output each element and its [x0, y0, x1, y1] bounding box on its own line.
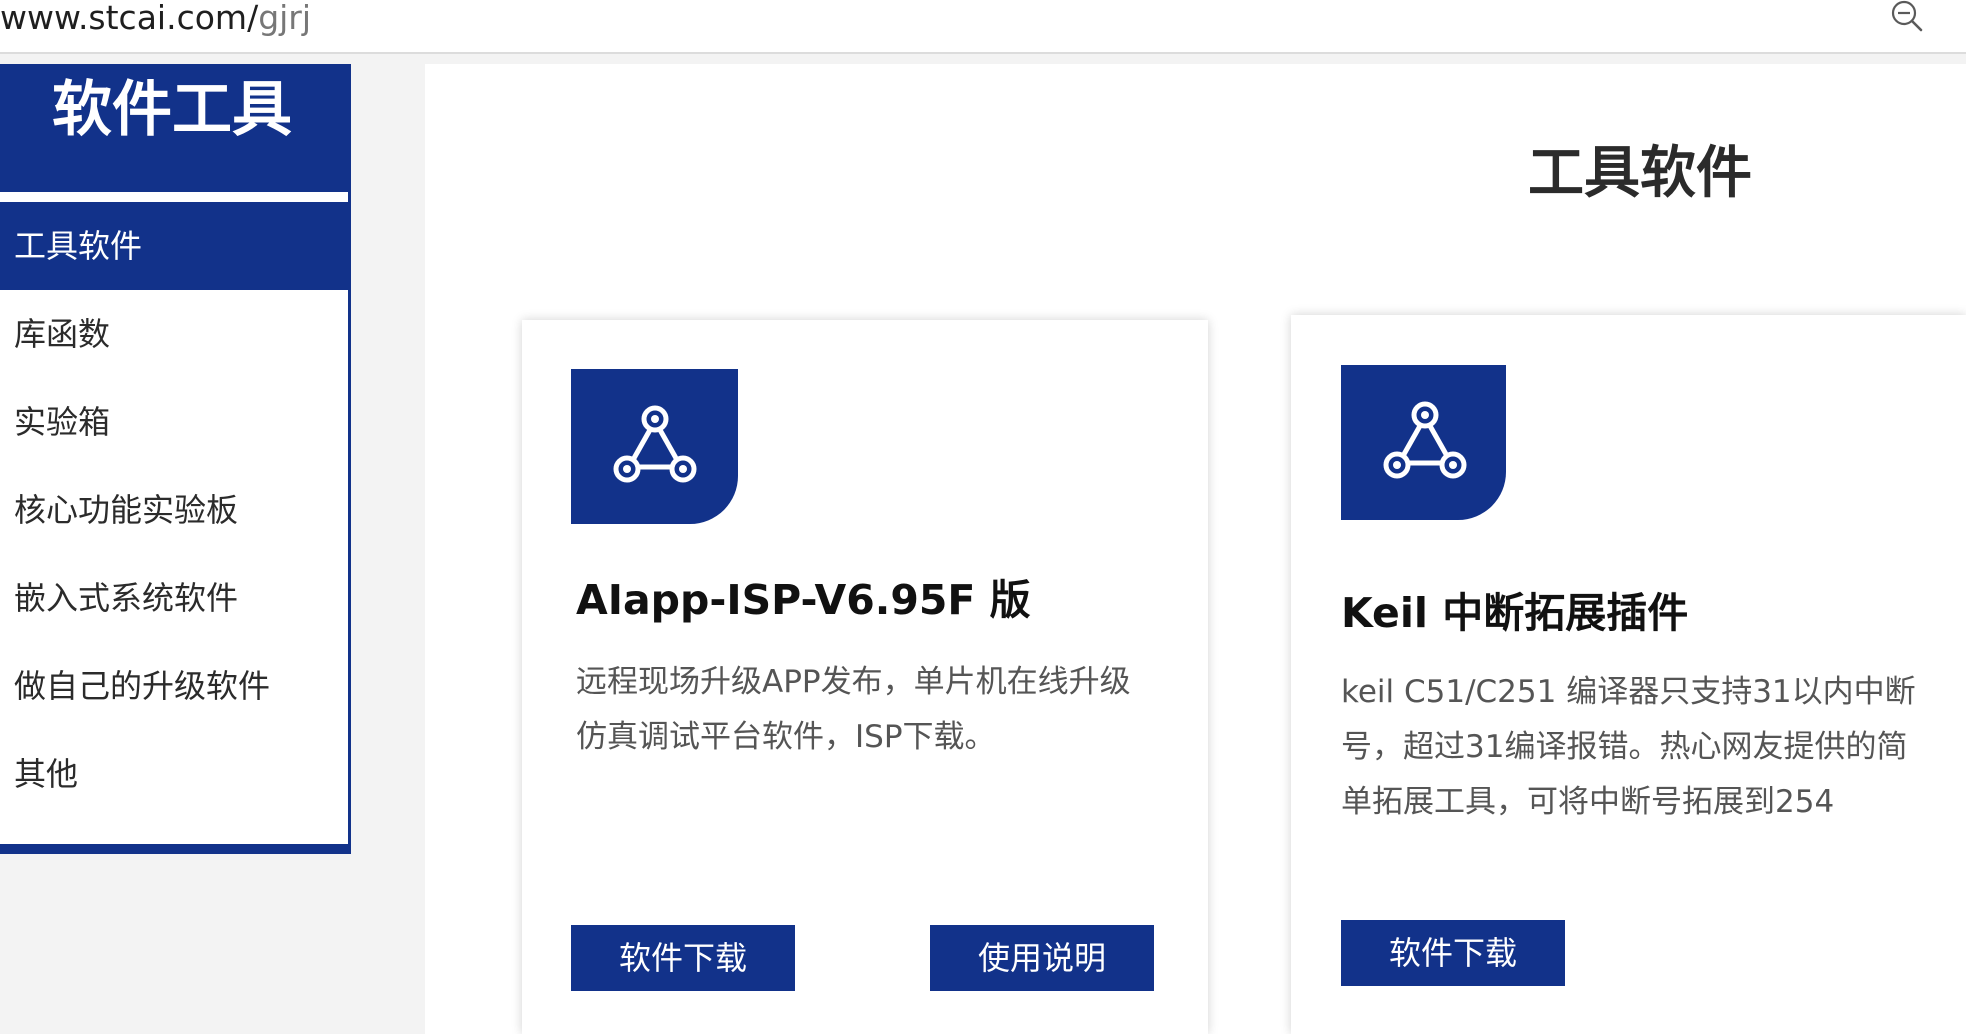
card-description-line: 号，超过31编译报错。热心网友提供的简: [1341, 729, 1908, 765]
sidebar-item-core-board[interactable]: 核心功能实验板: [0, 466, 348, 554]
sidebar-header: 软件工具: [0, 64, 351, 192]
sidebar-item-tool-software[interactable]: 工具软件: [0, 202, 348, 290]
software-card: Keil 中断拓展插件 keil C51/C251 编译器只支持31以内中断 号…: [1291, 315, 1966, 1034]
page-title: 工具软件: [1528, 141, 1752, 206]
address-bar[interactable]: www.stcai.com/gjrj: [0, 0, 1966, 54]
card-description: 远程现场升级APP发布，单片机在线升级 仿真调试平台软件，ISP下载。: [576, 655, 1176, 765]
card-description-line: keil C51/C251 编译器只支持31以内中断: [1341, 674, 1916, 710]
sidebar-item-experiment-box[interactable]: 实验箱: [0, 378, 348, 466]
share-nodes-icon: [1341, 365, 1506, 520]
url-text[interactable]: www.stcai.com/gjrj: [0, 0, 311, 40]
sidebar-menu: 工具软件 库函数 实验箱 核心功能实验板 嵌入式系统软件 做自己的升级软件 其他: [0, 192, 351, 854]
card-description: keil C51/C251 编译器只支持31以内中断 号，超过31编译报错。热心…: [1341, 665, 1951, 830]
sidebar-item-embedded-software[interactable]: 嵌入式系统软件: [0, 554, 348, 642]
url-path: gjrj: [258, 0, 312, 37]
zoom-out-icon[interactable]: [1888, 0, 1928, 36]
download-button[interactable]: 软件下载: [571, 925, 795, 991]
sidebar: 软件工具 工具软件 库函数 实验箱 核心功能实验板 嵌入式系统软件 做自己的升级…: [0, 64, 351, 854]
download-button[interactable]: 软件下载: [1341, 920, 1565, 986]
card-title: AIapp-ISP-V6.95F 版: [576, 576, 1031, 624]
sidebar-title: 软件工具: [52, 75, 292, 145]
page: www.stcai.com/gjrj 软件工具 工具软件 库函数 实验箱 核心功…: [0, 0, 1966, 1034]
url-host: www.stcai.com/: [0, 0, 259, 37]
sidebar-item-other[interactable]: 其他: [0, 730, 348, 818]
share-nodes-icon: [571, 369, 738, 524]
card-title: Keil 中断拓展插件: [1341, 589, 1689, 637]
card-description-line: 仿真调试平台软件，ISP下载。: [576, 719, 996, 755]
card-description-line: 单拓展工具，可将中断号拓展到254: [1341, 784, 1835, 820]
sidebar-item-library-functions[interactable]: 库函数: [0, 290, 348, 378]
card-description-line: 远程现场升级APP发布，单片机在线升级: [576, 664, 1131, 700]
sidebar-item-upgrade-software[interactable]: 做自己的升级软件: [0, 642, 348, 730]
software-card: AIapp-ISP-V6.95F 版 远程现场升级APP发布，单片机在线升级 仿…: [522, 320, 1208, 1034]
manual-button[interactable]: 使用说明: [930, 925, 1154, 991]
